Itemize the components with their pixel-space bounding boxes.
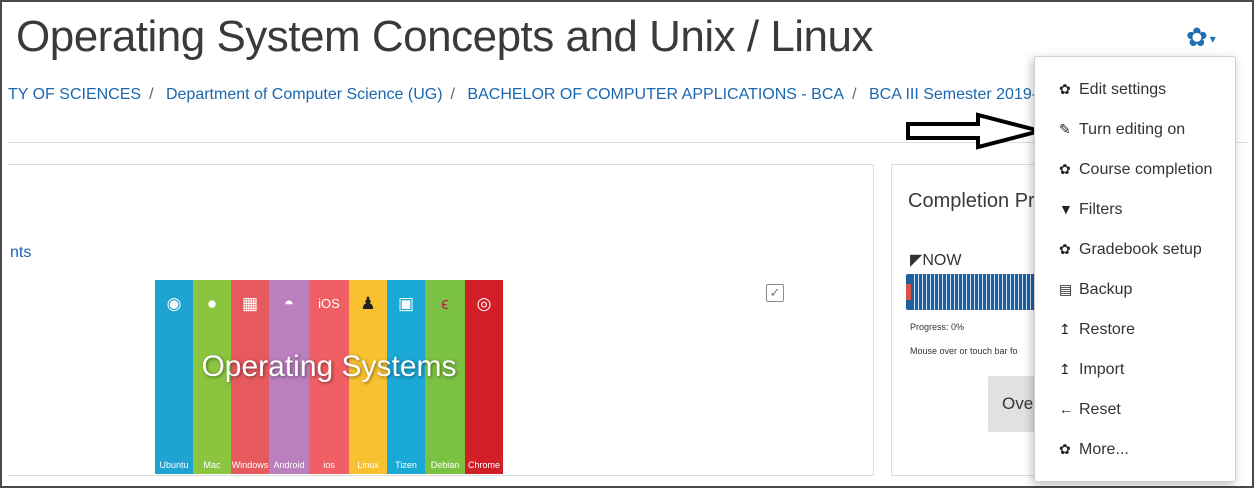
course-actions-menu-button[interactable]: ✿ ▾ [1186, 22, 1216, 53]
completion-progress-title: Completion Pro [908, 190, 1046, 212]
pencil-icon: ✎ [1059, 121, 1071, 137]
linux-penguin-icon: ♟ [360, 294, 376, 313]
page-title: Operating System Concepts and Unix / Lin… [16, 12, 874, 61]
section-link[interactable]: nts [10, 244, 31, 262]
progress-start-marker [906, 284, 911, 300]
progress-activity-segment[interactable] [982, 274, 983, 310]
menu-item-edit-settings[interactable]: ✿ Edit settings [1059, 81, 1166, 99]
menu-item-import[interactable]: ↥ Import [1059, 361, 1124, 379]
completion-checkbox-icon[interactable]: ✓ [766, 284, 784, 302]
progress-activity-segment[interactable] [938, 274, 939, 310]
progress-activity-segment[interactable] [970, 274, 971, 310]
progress-activity-segment[interactable] [950, 274, 951, 310]
progress-activity-segment[interactable] [954, 274, 955, 310]
breadcrumb-item[interactable]: BACHELOR OF COMPUTER APPLICATIONS - BCA [467, 86, 844, 103]
filter-icon: ▼ [1059, 201, 1073, 217]
menu-item-more[interactable]: ✿ More... [1059, 441, 1129, 459]
now-arrow-icon: ◤ [910, 252, 923, 269]
menu-item-course-completion[interactable]: ✿ Course completion [1059, 161, 1212, 179]
windows-icon: ▦ [241, 294, 259, 313]
chevron-down-icon: ▾ [1209, 32, 1216, 47]
progress-activity-segment[interactable] [942, 274, 943, 310]
tizen-icon: ▣ [397, 294, 415, 313]
upload-icon: ↥ [1059, 361, 1071, 377]
breadcrumb-item[interactable]: TY OF SCIENCES [8, 86, 141, 103]
ios-icon: iOS [318, 296, 340, 311]
progress-activity-segment[interactable] [934, 274, 935, 310]
chrome-icon: ◎ [476, 294, 492, 313]
progress-activity-segment[interactable] [1026, 274, 1027, 310]
annotation-arrow-icon [906, 112, 1041, 150]
progress-text: Progress: 0% [910, 322, 965, 332]
progress-activity-segment[interactable] [1022, 274, 1023, 310]
upload-icon: ↥ [1059, 321, 1071, 337]
menu-item-turn-editing-on[interactable]: ✎ Turn editing on [1059, 121, 1185, 139]
menu-item-gradebook-setup[interactable]: ✿ Gradebook setup [1059, 241, 1202, 259]
progress-activity-segment[interactable] [1018, 274, 1019, 310]
progress-activity-segment[interactable] [930, 274, 931, 310]
progress-activity-segment[interactable] [974, 274, 975, 310]
progress-activity-segment[interactable] [966, 274, 967, 310]
gear-icon: ✿ [1059, 161, 1071, 177]
gear-icon: ✿ [1059, 81, 1071, 97]
gear-icon: ✿ [1059, 441, 1071, 457]
progress-activity-segment[interactable] [1030, 274, 1031, 310]
progress-activity-segment[interactable] [998, 274, 999, 310]
menu-item-restore[interactable]: ↥ Restore [1059, 321, 1135, 339]
progress-activity-segment[interactable] [986, 274, 987, 310]
android-icon: ◓ [283, 294, 295, 313]
operating-systems-banner-image: ◉ Ubuntu ● Mac ▦ Windows ◓ Android iOS i… [155, 280, 503, 474]
gear-icon: ✿ [1059, 241, 1071, 257]
progress-activity-segment[interactable] [958, 274, 959, 310]
progress-activity-segment[interactable] [978, 274, 979, 310]
ubuntu-icon: ◉ [166, 294, 182, 313]
menu-item-backup[interactable]: ▤ Backup [1059, 281, 1132, 299]
progress-activity-segment[interactable] [1010, 274, 1011, 310]
progress-activity-segment[interactable] [918, 274, 919, 310]
now-marker: ◤NOW [910, 252, 962, 269]
gear-icon: ✿ [1186, 22, 1208, 52]
breadcrumb: TY OF SCIENCES / Department of Computer S… [8, 86, 1121, 104]
apple-icon: ● [206, 294, 218, 313]
menu-item-reset[interactable]: ← Reset [1059, 401, 1121, 419]
progress-activity-segment[interactable] [1006, 274, 1007, 310]
debian-icon: ϵ [441, 294, 449, 313]
progress-activity-segment[interactable] [946, 274, 947, 310]
progress-activity-segment[interactable] [914, 274, 915, 310]
menu-item-filters[interactable]: ▼ Filters [1059, 201, 1123, 219]
banner-title: Operating Systems [201, 350, 457, 383]
progress-activity-segment[interactable] [926, 274, 927, 310]
progress-activity-segment[interactable] [922, 274, 923, 310]
progress-hint-text: Mouse over or touch bar fo [910, 346, 1018, 356]
course-actions-dropdown: ✿ Edit settings ✎ Turn editing on ✿ Course … [1034, 56, 1236, 482]
arrow-left-icon: ← [1059, 401, 1073, 417]
progress-activity-segment[interactable] [1002, 274, 1003, 310]
progress-activity-segment[interactable] [990, 274, 991, 310]
progress-activity-segment[interactable] [962, 274, 963, 310]
progress-activity-segment[interactable] [994, 274, 995, 310]
file-icon: ▤ [1059, 281, 1073, 297]
progress-activity-segment[interactable] [1014, 274, 1015, 310]
breadcrumb-item[interactable]: Department of Computer Science (UG) [166, 86, 443, 103]
